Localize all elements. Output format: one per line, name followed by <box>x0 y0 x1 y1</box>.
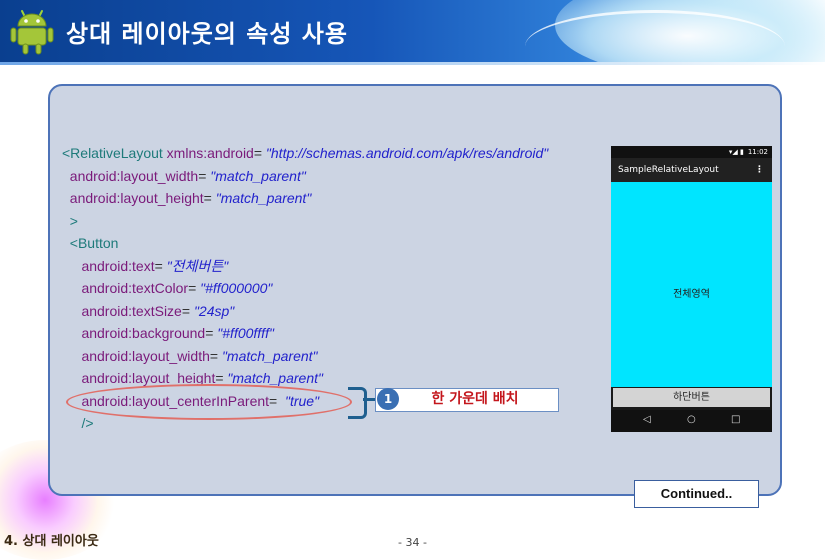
code-eq: = <box>188 280 201 296</box>
page-title: 상대 레이아웃의 속성 사용 <box>66 20 348 48</box>
nav-recent-icon[interactable]: □ <box>731 414 740 425</box>
code-eq: = <box>253 145 266 161</box>
code-attr: android:text <box>81 257 155 274</box>
code-line: android:layout_width= "match_parent" <box>62 165 548 188</box>
code-val: "#ff000000" <box>200 280 273 296</box>
phone-status-bar: ▾◢ ▮ 11:02 <box>611 146 772 158</box>
page-number: - 34 - <box>398 536 427 549</box>
code-attr: android:layout_height <box>69 190 204 206</box>
phone-nav-bar: ◁ ○ □ <box>611 410 772 432</box>
code-attr: android:textColor <box>81 280 189 296</box>
header-banner: 상대 레이아웃의 속성 사용 <box>0 0 825 62</box>
callout-connector <box>363 398 375 401</box>
status-time: 11:02 <box>747 148 768 156</box>
code-val: "#ff00ffff" <box>217 325 274 341</box>
code-val: "전체버튼" <box>166 257 229 274</box>
nav-home-icon[interactable]: ○ <box>687 414 696 425</box>
callout-number-badge: 1 <box>377 388 399 410</box>
code-attr: xmlns:android <box>162 145 254 161</box>
code-line: android:layout_height= "match_parent" <box>62 187 548 210</box>
footer-section-title: 4. 상대 레이아웃 <box>4 534 99 549</box>
code-line: android:textColor= "#ff000000" <box>62 277 548 300</box>
callout-text: 한 가운데 배치 <box>431 391 519 407</box>
header-divider <box>0 62 825 65</box>
android-logo-icon <box>10 10 54 55</box>
code-val: "http://schemas.android.com/apk/res/andr… <box>265 145 549 161</box>
signal-battery-icon: ▾◢ ▮ <box>728 148 744 156</box>
code-attr: android:textSize <box>81 302 182 319</box>
code-line: android:text= "전체버튼" <box>62 255 548 278</box>
full-area-label: 전체영역 <box>673 289 710 300</box>
callout-bracket <box>348 387 367 419</box>
highlight-ellipse <box>66 384 352 420</box>
code-val: "match_parent" <box>221 347 318 364</box>
phone-preview: ▾◢ ▮ 11:02 SampleRelativeLayout ⋮ 전체영역 하단… <box>611 146 772 432</box>
code-tag: /> <box>81 415 94 431</box>
code-eq: = <box>154 257 167 274</box>
code-line: <Button <box>62 232 548 255</box>
code-eq: = <box>209 347 222 364</box>
code-tag: <RelativeLayout <box>62 145 163 161</box>
phone-app-bar: SampleRelativeLayout ⋮ <box>611 158 772 182</box>
code-line: android:layout_width= "match_parent" <box>62 345 548 368</box>
overflow-menu-icon[interactable]: ⋮ <box>755 158 764 182</box>
code-attr: android:background <box>81 325 206 341</box>
code-attr: android:layout_width <box>81 347 210 364</box>
code-val: "match_parent" <box>210 167 306 184</box>
code-tag: > <box>69 212 78 229</box>
code-tag: <Button <box>69 235 119 251</box>
bottom-button[interactable]: 하단버튼 <box>613 388 770 407</box>
code-attr: android:layout_width <box>69 167 199 184</box>
continued-label: Continued.. <box>634 480 759 508</box>
code-eq: = <box>181 302 194 319</box>
code-line: android:background= "#ff00ffff" <box>62 322 548 345</box>
app-title: SampleRelativeLayout <box>618 165 719 175</box>
code-line: android:textSize= "24sp" <box>62 300 548 323</box>
code-val: "match_parent" <box>215 190 312 206</box>
code-eq: = <box>203 190 216 206</box>
full-area-button[interactable]: 전체영역 <box>611 182 772 387</box>
code-val: "24sp" <box>193 302 235 319</box>
code-line: <RelativeLayout xmlns:android= "http://s… <box>62 142 548 165</box>
nav-back-icon[interactable]: ◁ <box>643 414 651 425</box>
code-eq: = <box>198 167 211 184</box>
code-eq: = <box>205 325 218 341</box>
code-line: > <box>62 210 548 233</box>
